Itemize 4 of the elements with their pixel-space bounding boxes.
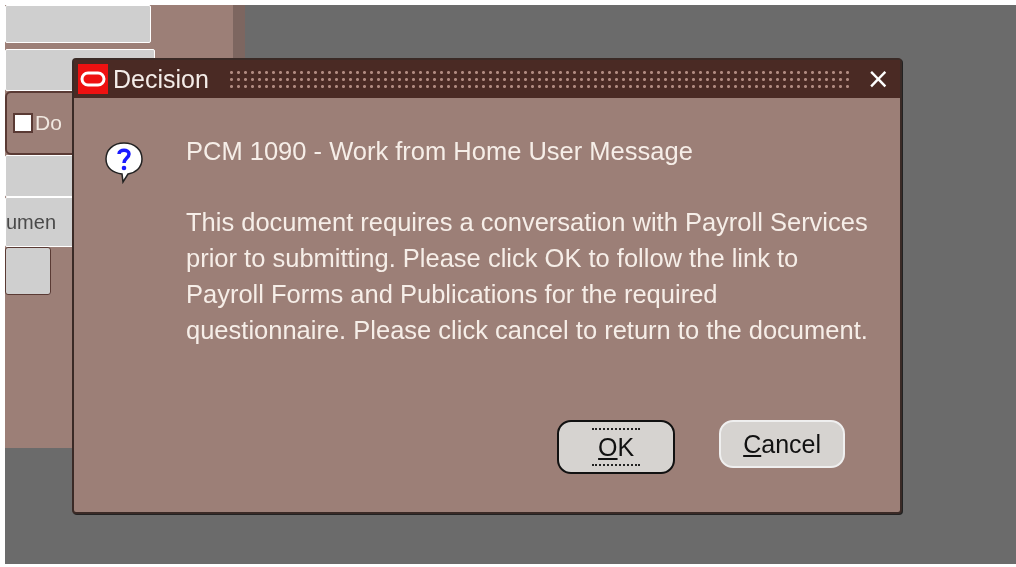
message-text: This document requires a conversation with Payroll Services prior to submitting. Please click OK to follow the link to Payroll Forms and Publications for the required questionnaire. Please click cancel to return to the document.: [186, 207, 869, 346]
message-heading: PCM 1090 - Work from Home User Message: [186, 136, 694, 166]
checkbox-label: Do: [35, 111, 62, 135]
window-title: Decision: [113, 64, 209, 94]
